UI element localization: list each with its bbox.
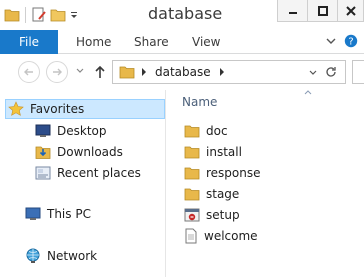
document-icon bbox=[184, 228, 198, 244]
folder-icon bbox=[184, 145, 200, 159]
nav-label-network: Network bbox=[47, 249, 98, 263]
file-row-welcome[interactable]: welcome bbox=[184, 226, 258, 246]
ribbon-tabs: File Home Share View ? bbox=[0, 30, 364, 54]
nav-label-recent-places: Recent places bbox=[57, 166, 141, 180]
tab-view[interactable]: View bbox=[192, 30, 220, 54]
address-bar[interactable]: database bbox=[112, 60, 346, 84]
properties-icon[interactable] bbox=[31, 7, 47, 23]
navigation-pane: Favorites Desktop Downloads Recent place… bbox=[0, 90, 165, 277]
column-header-name[interactable]: Name bbox=[182, 95, 217, 109]
file-name: install bbox=[206, 145, 242, 159]
back-button[interactable] bbox=[18, 61, 40, 83]
window-title: database bbox=[148, 4, 223, 23]
file-name: welcome bbox=[204, 229, 258, 243]
folder-icon bbox=[119, 65, 135, 79]
file-row-install[interactable]: install bbox=[184, 142, 242, 162]
application-icon bbox=[184, 207, 200, 223]
refresh-icon[interactable] bbox=[325, 66, 337, 78]
file-list-pane: Name doc install response stage setup we… bbox=[172, 90, 364, 277]
file-name: setup bbox=[206, 208, 240, 222]
nav-label-desktop: Desktop bbox=[57, 124, 107, 138]
maximize-button[interactable] bbox=[308, 0, 338, 22]
folder-icon bbox=[4, 8, 20, 22]
minimize-button[interactable] bbox=[278, 0, 308, 22]
file-row-response[interactable]: response bbox=[184, 163, 261, 183]
folder-icon bbox=[184, 124, 200, 138]
nav-item-downloads[interactable]: Downloads bbox=[35, 142, 123, 162]
nav-item-this-pc[interactable]: This PC bbox=[25, 204, 91, 224]
nav-item-network[interactable]: Network bbox=[25, 246, 97, 266]
nav-label-this-pc: This PC bbox=[47, 207, 91, 221]
svg-text:?: ? bbox=[348, 37, 353, 48]
folder-icon bbox=[184, 166, 200, 180]
downloads-icon bbox=[35, 144, 51, 160]
recent-locations-chevron-icon[interactable] bbox=[76, 68, 84, 74]
customize-dropdown-icon[interactable] bbox=[69, 10, 79, 20]
forward-button[interactable] bbox=[46, 61, 68, 83]
nav-item-recent-places[interactable]: Recent places bbox=[35, 163, 141, 183]
new-folder-icon[interactable] bbox=[50, 8, 66, 22]
tab-share[interactable]: Share bbox=[134, 30, 169, 54]
file-row-doc[interactable]: doc bbox=[184, 121, 228, 141]
breadcrumb-separator-icon[interactable] bbox=[219, 68, 225, 76]
close-button[interactable] bbox=[338, 0, 364, 22]
pane-divider[interactable] bbox=[165, 90, 166, 277]
chevron-down-icon[interactable] bbox=[326, 37, 336, 45]
title-bar: database bbox=[0, 0, 364, 30]
up-arrow-icon[interactable] bbox=[94, 65, 106, 79]
breadcrumb-database[interactable]: database bbox=[155, 65, 211, 79]
file-name: response bbox=[206, 166, 261, 180]
search-input[interactable] bbox=[352, 60, 364, 84]
nav-item-favorites[interactable]: Favorites bbox=[5, 99, 165, 119]
breadcrumb-separator-icon[interactable] bbox=[141, 68, 147, 76]
desktop-icon bbox=[35, 124, 51, 138]
qat-separator bbox=[25, 7, 26, 23]
tab-file[interactable]: File bbox=[0, 30, 58, 54]
file-name: stage bbox=[206, 187, 240, 201]
network-icon bbox=[25, 248, 41, 264]
ribbon-right-controls: ? bbox=[326, 34, 358, 48]
file-name: doc bbox=[206, 124, 228, 138]
address-row: database bbox=[0, 55, 364, 89]
file-row-stage[interactable]: stage bbox=[184, 184, 239, 204]
help-icon[interactable]: ? bbox=[344, 34, 358, 48]
address-dropdown-icon[interactable] bbox=[309, 70, 317, 76]
quick-access-toolbar bbox=[4, 4, 79, 26]
nav-label-favorites: Favorites bbox=[30, 102, 85, 116]
file-row-setup[interactable]: setup bbox=[184, 205, 240, 225]
tab-home[interactable]: Home bbox=[76, 30, 111, 54]
nav-label-downloads: Downloads bbox=[57, 145, 123, 159]
window-controls bbox=[277, 0, 364, 22]
star-icon bbox=[8, 101, 24, 117]
sort-ascending-icon bbox=[304, 90, 312, 95]
recent-places-icon bbox=[35, 165, 51, 181]
computer-icon bbox=[25, 206, 41, 222]
folder-icon bbox=[184, 187, 200, 201]
nav-item-desktop[interactable]: Desktop bbox=[35, 121, 107, 141]
